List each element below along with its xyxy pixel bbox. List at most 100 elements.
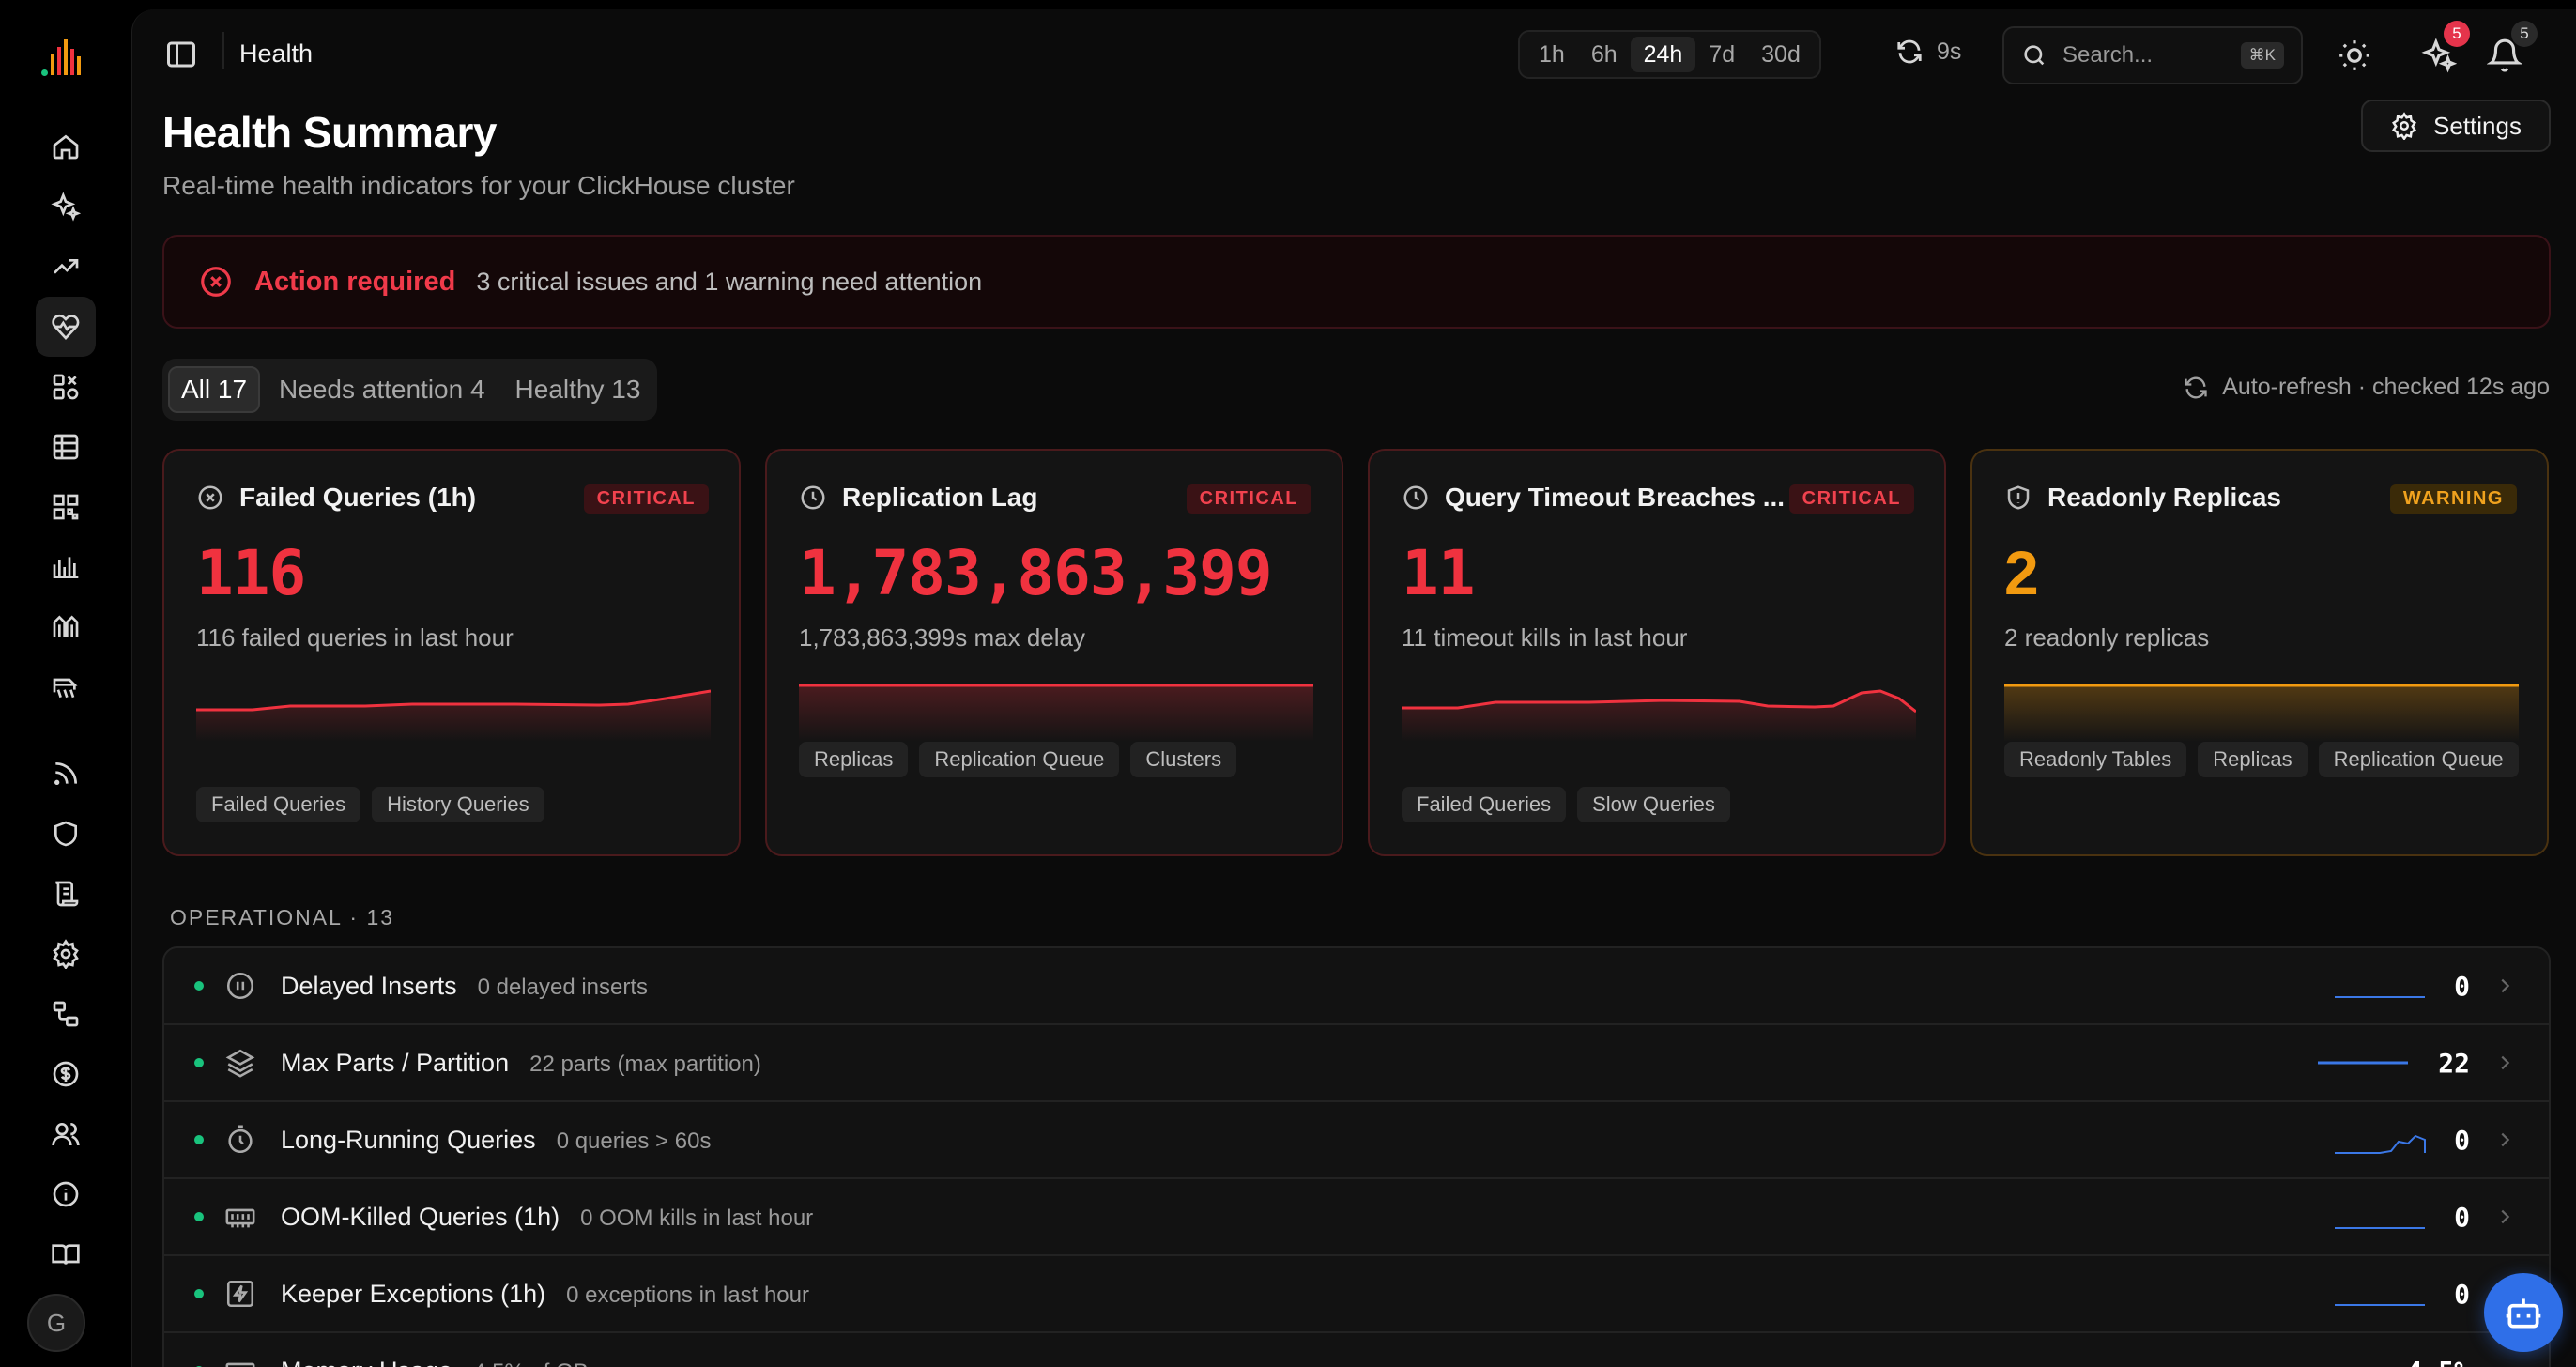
sidebar-item-users[interactable]	[36, 1104, 96, 1164]
sidebar-item-metrics[interactable]	[36, 537, 96, 597]
settings-button[interactable]: Settings	[2361, 100, 2551, 152]
time-range-option[interactable]: 6h	[1578, 37, 1631, 72]
auto-refresh-status[interactable]: Auto-refresh · checked 12s ago	[2183, 374, 2550, 401]
related-links: Failed Queries History Queries	[196, 787, 722, 822]
health-card-replication-lag[interactable]: Replication Lag CRITICAL 1,783,863,399 1…	[765, 449, 1343, 856]
sidebar-toggle-icon[interactable]	[164, 38, 198, 71]
search-input[interactable]	[2062, 42, 2222, 69]
row-title: OOM-Killed Queries (1h)	[281, 1202, 560, 1231]
chip-link[interactable]: Replicas	[2198, 742, 2308, 777]
sidebar-item-trends[interactable]	[36, 237, 96, 297]
list-item[interactable]: Long-Running Queries 0 queries > 60s 0	[164, 1102, 2549, 1179]
chip-link[interactable]: Failed Queries	[196, 787, 361, 822]
chip-link[interactable]: Slow Queries	[1577, 787, 1730, 822]
time-range-option[interactable]: 1h	[1526, 37, 1578, 72]
chevron-right-icon	[2501, 1209, 2510, 1224]
memory-chip-icon	[225, 1208, 255, 1228]
row-title: Delayed Inserts	[281, 971, 457, 1000]
gear-icon	[2392, 112, 2416, 140]
card-value: 11	[1402, 537, 1475, 609]
card-header: Readonly Replicas	[2004, 483, 2399, 513]
mini-sparkline	[2335, 1304, 2425, 1306]
list-item[interactable]: OOM-Killed Queries (1h) 0 OOM kills in la…	[164, 1179, 2549, 1256]
sidebar-item-dashboards[interactable]	[36, 477, 96, 537]
chip-link[interactable]: Replicas	[799, 742, 909, 777]
alert-banner: Action required 3 critical issues and 1 …	[162, 235, 2551, 329]
time-range-option[interactable]: 24h	[1630, 37, 1696, 72]
page-subtitle: Real-time health indicators for your Cli…	[162, 171, 795, 200]
card-description: 2 readonly replicas	[2004, 623, 2210, 652]
app-logo-icon[interactable]	[41, 38, 90, 79]
sidebar-item-feeds[interactable]	[36, 744, 96, 804]
rss-icon	[54, 762, 77, 785]
sidebar-item-home[interactable]	[36, 116, 96, 177]
heart-pulse-icon	[52, 314, 80, 340]
chip-link[interactable]: History Queries	[372, 787, 544, 822]
tab-healthy[interactable]: Healthy 13	[504, 366, 652, 413]
chip-link[interactable]: Replication Queue	[919, 742, 1120, 777]
sidebar-item-merges[interactable]	[36, 597, 96, 657]
theme-toggle-icon[interactable]	[2337, 38, 2372, 73]
row-value: 0	[2454, 1278, 2470, 1310]
sidebar-item-health[interactable]	[36, 297, 96, 357]
health-card-failed-queries[interactable]: Failed Queries (1h) CRITICAL 116 116 fai…	[162, 449, 741, 856]
health-card-query-timeouts[interactable]: Query Timeout Breaches ... CRITICAL 11 1…	[1368, 449, 1946, 856]
sidebar-item-docs[interactable]	[36, 1224, 96, 1284]
shapes-icon	[53, 374, 79, 400]
search-box[interactable]: ⌘K	[2002, 26, 2303, 84]
ai-badge: 5	[2444, 21, 2470, 47]
tab-all[interactable]: All 17	[168, 366, 261, 413]
chip-link[interactable]: Replication Queue	[2318, 742, 2519, 777]
row-description: 0 OOM kills in last hour	[580, 1205, 814, 1231]
chevron-right-icon	[2501, 1132, 2510, 1147]
section-label: OPERATIONAL · 13	[170, 905, 395, 929]
severity-badge: WARNING	[2389, 484, 2517, 514]
sidebar-item-about[interactable]	[36, 1164, 96, 1224]
tab-needs-attention[interactable]: Needs attention 4	[268, 366, 497, 413]
table-icon	[53, 434, 79, 460]
sidebar-item-billing[interactable]	[36, 1044, 96, 1104]
time-range-option[interactable]: 30d	[1748, 37, 1814, 72]
chip-link[interactable]: Readonly Tables	[2004, 742, 2187, 777]
status-dot	[194, 981, 204, 991]
sidebar-item-components[interactable]	[36, 357, 96, 417]
sparkles-icon	[51, 192, 81, 222]
refresh-icon	[1897, 39, 1922, 64]
sidebar-item-logs[interactable]	[36, 864, 96, 924]
qr-grid-icon	[53, 494, 79, 520]
list-item[interactable]: Memory Usage 4.5% of GB 4.5%	[164, 1333, 2549, 1367]
refresh-control[interactable]: 9s	[1895, 38, 1961, 66]
assistant-bot-button[interactable]	[2484, 1273, 2563, 1352]
sidebar-item-security[interactable]	[36, 804, 96, 864]
sidebar-item-tables[interactable]	[36, 417, 96, 477]
shield-icon	[54, 821, 77, 847]
chip-link[interactable]: Failed Queries	[1402, 787, 1567, 822]
book-icon	[52, 1244, 80, 1265]
health-card-readonly-replicas[interactable]: Readonly Replicas WARNING 2 2 readonly r…	[1970, 449, 2549, 856]
sidebar-item-settings[interactable]	[36, 924, 96, 984]
time-range-option[interactable]: 7d	[1695, 37, 1748, 72]
workflow-icon	[53, 1001, 79, 1027]
chip-link[interactable]: Clusters	[1130, 742, 1237, 777]
status-dot	[194, 1058, 204, 1067]
list-item[interactable]: Keeper Exceptions (1h) 0 exceptions in la…	[164, 1256, 2549, 1333]
status-dot	[194, 1289, 204, 1298]
row-title: Keeper Exceptions (1h)	[281, 1279, 546, 1308]
card-title: Replication Lag	[842, 483, 1038, 512]
mini-sparkline	[2318, 1061, 2408, 1065]
sidebar-item-ai[interactable]	[36, 177, 96, 237]
sidebar-item-storage[interactable]	[36, 657, 96, 717]
info-icon	[53, 1181, 79, 1207]
sidebar-item-workflows[interactable]	[36, 984, 96, 1044]
list-item[interactable]: Delayed Inserts 0 delayed inserts 0	[164, 948, 2549, 1025]
user-avatar[interactable]: G	[27, 1294, 85, 1352]
list-item[interactable]: Max Parts / Partition 22 parts (max parti…	[164, 1025, 2549, 1102]
status-dot	[194, 1135, 204, 1144]
layers-icon	[225, 1049, 255, 1078]
scroll-icon	[55, 881, 79, 907]
severity-badge: CRITICAL	[1788, 484, 1914, 514]
related-links: Readonly Tables Replicas Replication Que…	[2004, 742, 2530, 777]
filter-tabs: All 17 Needs attention 4 Healthy 13	[162, 359, 658, 421]
row-value: 4.5%	[2407, 1356, 2470, 1367]
mini-sparkline	[2335, 1134, 2426, 1154]
